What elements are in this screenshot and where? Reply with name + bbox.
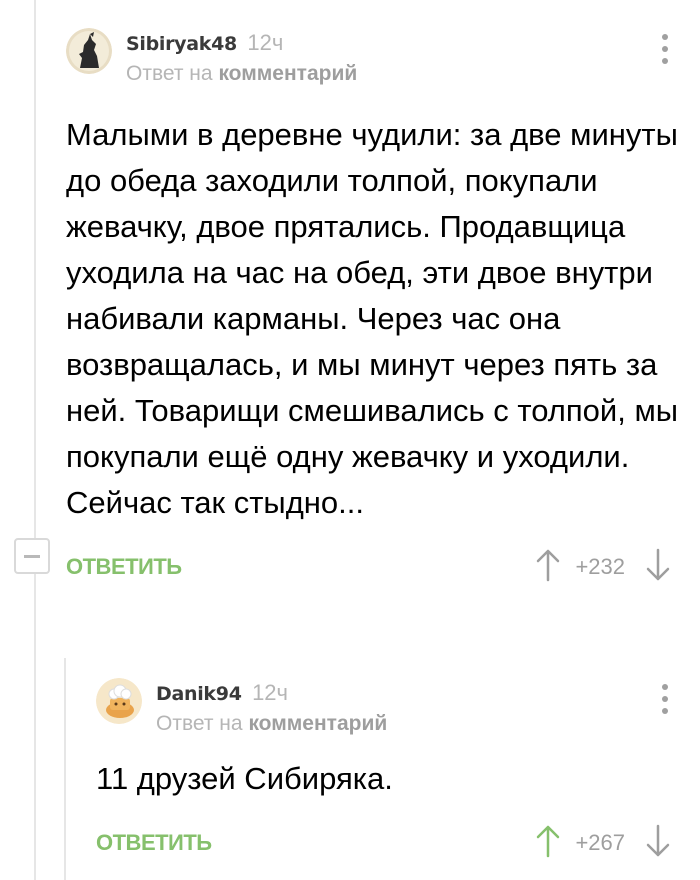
- comment-actions: ОТВЕТИТЬ +267: [96, 824, 700, 864]
- reply-to: Ответ на комментарий: [126, 62, 357, 86]
- author-name[interactable]: Danik94: [156, 683, 242, 705]
- reply-thread-line: [64, 658, 66, 880]
- comment-text: 11 друзей Сибиряка.: [96, 761, 393, 796]
- author-line: Sibiryak48 12ч: [126, 30, 283, 56]
- thread-line: [34, 0, 36, 880]
- reply-button[interactable]: ОТВЕТИТЬ: [96, 830, 212, 856]
- more-options-icon[interactable]: [662, 34, 668, 64]
- comment-header: Sibiryak48 12ч Ответ на комментарий: [66, 22, 700, 92]
- comment-time: 12ч: [252, 680, 288, 705]
- reply-to-link[interactable]: комментарий: [218, 62, 357, 85]
- wolf-howling-icon: [66, 28, 112, 74]
- downvote-arrow-icon[interactable]: [646, 824, 670, 858]
- reply-to: Ответ на комментарий: [156, 712, 387, 736]
- reply-to-prefix: Ответ на: [156, 712, 243, 735]
- comment-header: Danik94 12ч Ответ на комментарий: [96, 672, 700, 742]
- comment: Sibiryak48 12ч Ответ на комментарий Малы…: [66, 22, 700, 588]
- upvote-arrow-icon[interactable]: [536, 548, 560, 582]
- comment-time: 12ч: [247, 30, 284, 55]
- more-options-icon[interactable]: [662, 684, 668, 714]
- chef-bread-icon: [96, 678, 142, 724]
- reply-to-prefix: Ответ на: [126, 62, 213, 85]
- comment-text: Малыми в деревне чудили: за две минуты д…: [66, 117, 679, 520]
- author-line: Danik94 12ч: [156, 680, 288, 706]
- reply-to-link[interactable]: комментарий: [248, 712, 387, 735]
- avatar[interactable]: [66, 28, 112, 74]
- author-name[interactable]: Sibiryak48: [126, 33, 237, 55]
- avatar[interactable]: [96, 678, 142, 724]
- rating-score: +267: [575, 830, 625, 855]
- comment: Danik94 12ч Ответ на комментарий 11 друз…: [96, 672, 700, 864]
- collapse-thread-button[interactable]: [14, 538, 50, 574]
- reply-button[interactable]: ОТВЕТИТЬ: [66, 554, 182, 580]
- upvote-arrow-icon[interactable]: [536, 824, 560, 858]
- comment-actions: ОТВЕТИТЬ +232: [66, 548, 700, 588]
- rating-score: +232: [575, 554, 625, 579]
- downvote-arrow-icon[interactable]: [646, 548, 670, 582]
